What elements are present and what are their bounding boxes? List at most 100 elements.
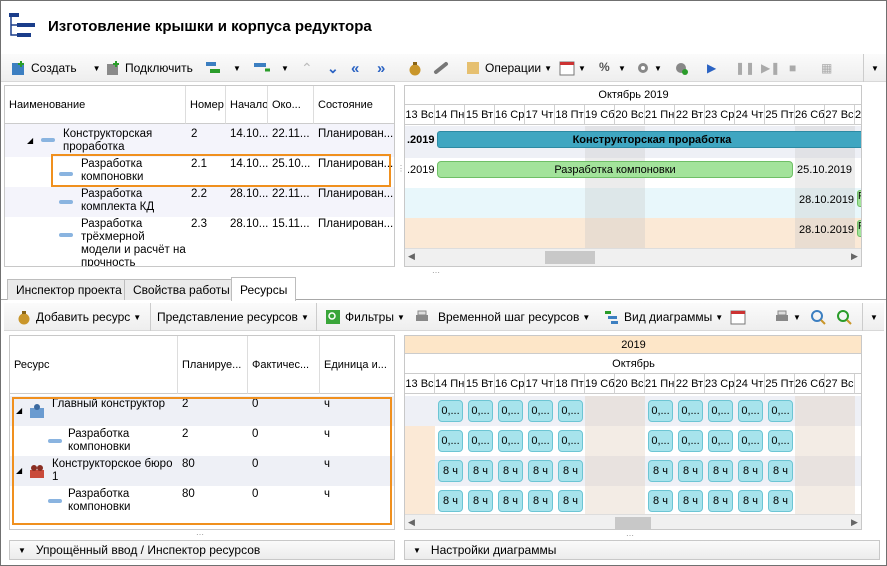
play-button[interactable]: ▶ — [707, 54, 716, 82]
resource-load-cell[interactable]: 8 ч — [438, 460, 463, 482]
resource-load-cell[interactable]: 8 ч — [648, 460, 673, 482]
resource-load-cell[interactable]: 0,... — [738, 400, 763, 422]
zoom-in-button[interactable] — [836, 303, 852, 331]
hierarchy-button[interactable]: ▦ — [821, 54, 832, 82]
resource-load-cell[interactable]: 8 ч — [468, 490, 493, 512]
add-resource-button[interactable]: Добавить ресурс ▼ — [16, 303, 141, 331]
resource-load-cell[interactable]: 8 ч — [468, 460, 493, 482]
col-header-name[interactable]: Наименование — [5, 86, 186, 124]
scroll-thumb[interactable] — [615, 517, 651, 529]
task-bar[interactable]: Р — [857, 190, 861, 207]
resource-load-cell[interactable]: 8 ч — [678, 460, 703, 482]
percent-button[interactable]: % ▼ — [599, 54, 626, 82]
scroll-right-icon[interactable]: ▶ — [851, 251, 858, 262]
toolbar-overflow[interactable]: ▼ — [862, 303, 882, 331]
resource-load-cell[interactable]: 0,... — [738, 430, 763, 452]
col-header-state[interactable]: Состояние — [314, 86, 394, 124]
splitter-handle[interactable]: ⋯ — [626, 531, 634, 540]
resource-load-cell[interactable]: 0,... — [528, 430, 553, 452]
resource-load-cell[interactable]: 0,... — [468, 400, 493, 422]
resource-load-cell[interactable]: 0,... — [708, 400, 733, 422]
resource-load-cell[interactable]: 0,... — [498, 430, 523, 452]
print-button[interactable]: ▼ — [774, 303, 801, 331]
resource-load-cell[interactable]: 0,... — [498, 400, 523, 422]
tab-work-properties[interactable]: Свойства работы — [124, 279, 239, 300]
move-up-button[interactable]: ⌃ — [301, 54, 313, 82]
resource-load-cell[interactable]: 0,... — [558, 400, 583, 422]
create-button[interactable]: Создать ▼ — [11, 54, 101, 82]
money-button[interactable] — [407, 54, 423, 82]
filters-button[interactable]: Фильтры ▼ — [316, 303, 405, 331]
skip-button[interactable]: ▶❚ — [761, 54, 780, 82]
col-header-planned[interactable]: Планируе... — [178, 336, 248, 394]
resource-load-cell[interactable]: 0,... — [648, 400, 673, 422]
scroll-left-icon[interactable]: ◀ — [408, 251, 415, 262]
link-button[interactable] — [433, 54, 449, 82]
resource-load-cell[interactable]: 8 ч — [558, 490, 583, 512]
simple-input-panel[interactable]: ▼ Упрощённый ввод / Инспектор ресурсов — [9, 540, 395, 560]
resource-load-cell[interactable]: 0,... — [678, 430, 703, 452]
tab-project-inspector[interactable]: Инспектор проекта — [7, 279, 131, 300]
operations-button[interactable]: Операции ▼ — [465, 54, 552, 82]
resource-load-cell[interactable]: 8 ч — [768, 460, 793, 482]
task-bar[interactable]: Р — [857, 220, 861, 237]
settings-button[interactable]: ▼ — [635, 54, 662, 82]
resource-load-cell[interactable]: 8 ч — [708, 460, 733, 482]
tab-resources[interactable]: Ресурсы — [231, 277, 297, 301]
col-header-number[interactable]: Номер — [186, 86, 226, 124]
resource-load-cell[interactable]: 8 ч — [498, 460, 523, 482]
resource-load-cell[interactable]: 8 ч — [498, 490, 523, 512]
task-bar[interactable]: Разработка компоновки — [437, 161, 793, 178]
col-header-resource[interactable]: Ресурс — [10, 336, 178, 394]
resource-load-cell[interactable]: 8 ч — [708, 490, 733, 512]
resource-load-cell[interactable]: 0,... — [678, 400, 703, 422]
collapse-icon[interactable]: ◢ — [27, 136, 33, 145]
move-down-button[interactable]: ⌄ — [327, 54, 339, 82]
time-step-button[interactable]: Временной шаг ресурсов ▼ — [414, 303, 590, 331]
toolbar-overflow[interactable]: ▼ — [863, 54, 883, 82]
resource-load-cell[interactable]: 8 ч — [528, 460, 553, 482]
diagram-settings-panel[interactable]: ▼ Настройки диаграммы — [404, 540, 880, 560]
resource-load-cell[interactable]: 0,... — [438, 400, 463, 422]
calendar-button[interactable] — [730, 303, 746, 331]
res-gantt-scrollbar[interactable]: ◀ ▶ — [405, 514, 861, 529]
resource-load-cell[interactable]: 0,... — [648, 430, 673, 452]
connect-button[interactable]: Подключить — [105, 54, 193, 82]
resource-load-cell[interactable]: 0,... — [528, 400, 553, 422]
scroll-left-icon[interactable]: ◀ — [408, 517, 415, 528]
add-settings-button[interactable] — [673, 54, 689, 82]
pause-button[interactable]: ❚❚ — [735, 54, 755, 82]
resource-load-cell[interactable]: 8 ч — [738, 460, 763, 482]
col-header-end[interactable]: Око... — [268, 86, 314, 124]
diagram-view-button[interactable]: Вид диаграммы ▼ — [604, 303, 723, 331]
calendar-button[interactable]: ▼ — [559, 54, 586, 82]
summary-bar[interactable]: Конструкторская проработка — [437, 131, 861, 148]
resource-load-cell[interactable]: 0,... — [558, 430, 583, 452]
resource-load-cell[interactable]: 0,... — [438, 430, 463, 452]
zoom-out-button[interactable] — [810, 303, 826, 331]
resource-load-cell[interactable]: 8 ч — [648, 490, 673, 512]
col-header-unit[interactable]: Единица и... — [320, 336, 394, 394]
resource-load-cell[interactable]: 0,... — [768, 430, 793, 452]
resource-load-cell[interactable]: 8 ч — [678, 490, 703, 512]
col-header-actual[interactable]: Фактичес... — [248, 336, 320, 394]
stop-button[interactable]: ■ — [789, 54, 796, 82]
resource-load-cell[interactable]: 8 ч — [558, 460, 583, 482]
outdent-button[interactable]: ▼ — [253, 54, 289, 82]
move-right-button[interactable]: » — [377, 54, 385, 82]
scroll-thumb[interactable] — [545, 251, 595, 264]
resource-load-cell[interactable]: 0,... — [708, 430, 733, 452]
scroll-right-icon[interactable]: ▶ — [851, 517, 858, 528]
resource-load-cell[interactable]: 8 ч — [438, 490, 463, 512]
indent-button[interactable]: ▼ — [205, 54, 241, 82]
splitter-handle[interactable]: ⋯ — [196, 530, 204, 539]
resource-load-cell[interactable]: 0,... — [468, 430, 493, 452]
resource-view-button[interactable]: Представление ресурсов ▼ — [150, 303, 309, 331]
resource-load-cell[interactable]: 8 ч — [738, 490, 763, 512]
move-left-button[interactable]: « — [351, 54, 359, 82]
col-header-start[interactable]: Начало — [226, 86, 268, 124]
resource-load-cell[interactable]: 0,... — [768, 400, 793, 422]
resource-load-cell[interactable]: 8 ч — [768, 490, 793, 512]
gantt-scrollbar[interactable]: ◀ ▶ — [405, 248, 861, 266]
resource-load-cell[interactable]: 8 ч — [528, 490, 553, 512]
